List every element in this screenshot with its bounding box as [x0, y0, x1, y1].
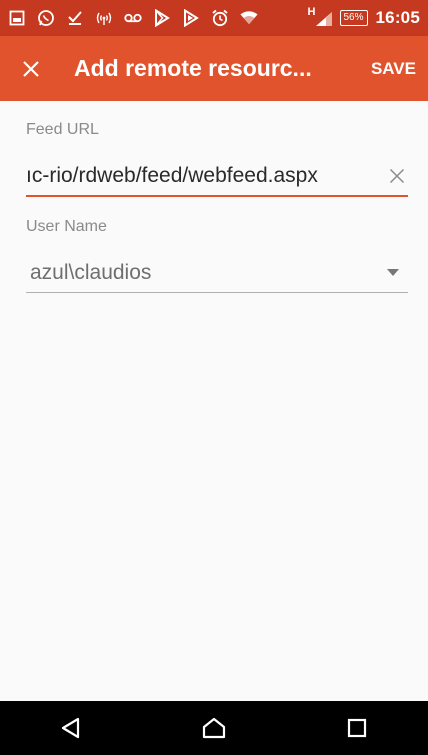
play-icon — [182, 9, 200, 27]
recents-icon — [347, 718, 366, 738]
play-store-icon — [153, 9, 171, 27]
save-button[interactable]: SAVE — [363, 59, 428, 79]
status-right: H 56% 16:05 — [307, 6, 421, 28]
back-icon — [62, 717, 80, 739]
close-icon — [23, 60, 39, 77]
network-type-label: H — [307, 6, 316, 18]
form-content: Feed URL ıc-rio/rdweb/feed/webfeed.aspx … — [0, 101, 428, 701]
clear-icon[interactable] — [386, 165, 408, 187]
screen: H 56% 16:05 Add remote resourc... SAVE F… — [0, 0, 428, 755]
feed-url-input[interactable]: ıc-rio/rdweb/feed/webfeed.aspx — [26, 164, 386, 188]
page-title: Add remote resourc... — [74, 55, 312, 81]
status-bar: H 56% 16:05 — [0, 0, 428, 36]
user-name-label: User Name — [26, 218, 107, 235]
voicemail-icon — [124, 9, 142, 27]
status-icons — [8, 9, 308, 27]
recents-button[interactable] — [327, 701, 387, 755]
app-bar: Add remote resourc... SAVE — [0, 36, 428, 101]
alarm-icon — [211, 9, 229, 27]
user-name-dropdown[interactable]: azul\claudios — [26, 253, 408, 293]
hotspot-icon — [95, 9, 113, 27]
feed-url-label: Feed URL — [26, 121, 99, 138]
download-icon — [66, 9, 84, 27]
gallery-icon — [8, 9, 26, 27]
clock: 16:05 — [375, 8, 420, 27]
back-button[interactable] — [41, 701, 101, 755]
chevron-down-icon — [378, 269, 408, 276]
home-icon — [202, 717, 226, 739]
close-button[interactable] — [0, 36, 62, 101]
home-button[interactable] — [184, 701, 244, 755]
whatsapp-icon — [37, 9, 55, 27]
user-name-value: azul\claudios — [30, 260, 152, 284]
nav-bar — [0, 701, 428, 755]
battery-indicator: 56% — [339, 10, 368, 26]
feed-url-field[interactable]: ıc-rio/rdweb/feed/webfeed.aspx — [26, 157, 408, 197]
signal-icon: H — [307, 6, 332, 28]
wifi-icon — [240, 9, 258, 27]
